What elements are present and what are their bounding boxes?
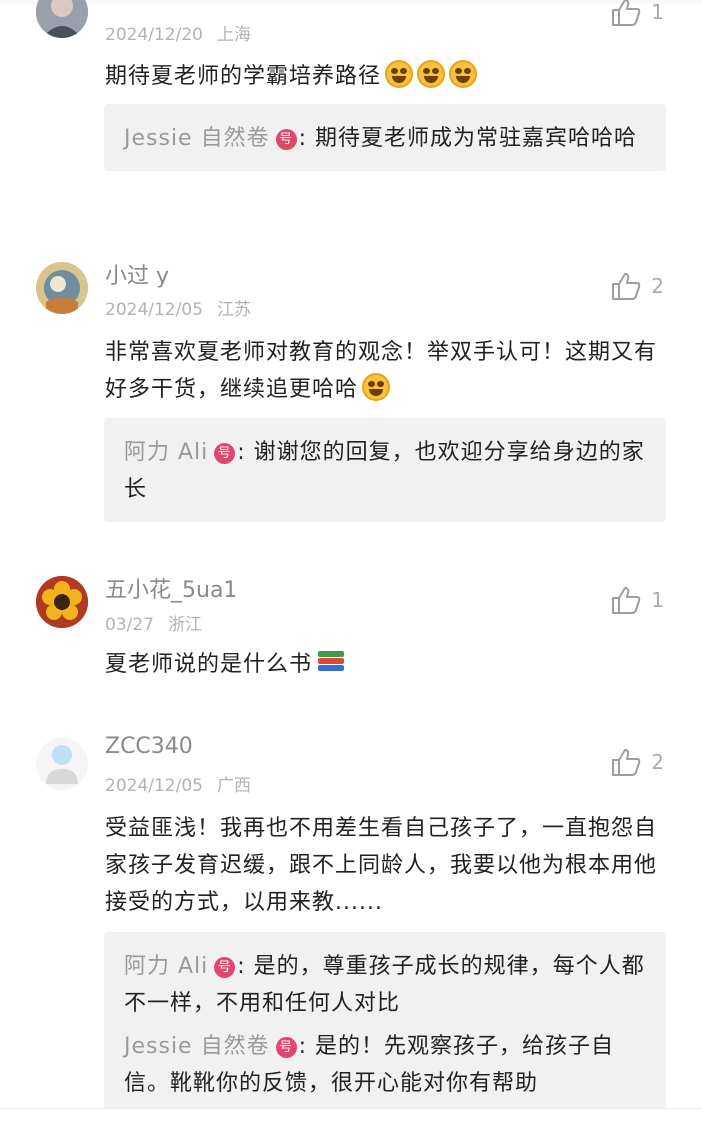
thumbs-up-icon <box>612 0 641 26</box>
like-count: 1 <box>651 0 664 24</box>
thumbs-up-icon <box>612 587 641 614</box>
avatar-photo-icon <box>36 0 88 38</box>
comment-username[interactable]: 五小花_5ua1 <box>105 572 237 604</box>
like-count: 1 <box>651 588 664 612</box>
author-badge-icon: 号 <box>214 443 236 464</box>
comment-username[interactable]: 小过 y <box>105 258 169 290</box>
top-scroll-fade <box>0 0 702 6</box>
reply-thread[interactable]: Jessie 自然卷号: 期待夏老师成为常驻嘉宾哈哈哈 <box>104 104 666 171</box>
reply-thread[interactable]: 阿力 Ali 号: 是的，尊重孩子成长的规律，每个人都不一样，不用和任何人对比 J… <box>104 932 666 1116</box>
bottom-bar <box>0 1108 702 1140</box>
author-badge-icon: 号 <box>275 1037 297 1058</box>
reply-text: : 期待夏老师成为常驻嘉宾哈哈哈 <box>298 126 638 151</box>
reply-item: Jessie 自然卷号: 期待夏老师成为常驻嘉宾哈哈哈 <box>124 120 648 157</box>
comment-text-content: 夏老师说的是什么书 <box>105 652 313 677</box>
avatar[interactable] <box>36 262 88 314</box>
comment-text-content: 期待夏老师的学霸培养路径 <box>105 64 382 89</box>
thumbs-up-icon <box>612 273 641 300</box>
star-struck-face-icon <box>385 60 414 88</box>
reply-item: 阿力 Ali 号: 是的，尊重孩子成长的规律，每个人都不一样，不用和任何人对比 <box>124 948 648 1022</box>
comment-text-content: 受益匪浅！我再也不用差生看自己孩子了，一直抱怨自家孩子发育迟缓，跟不上同龄人，我… <box>105 816 658 915</box>
default-user-icon <box>36 738 88 790</box>
comment-meta: 2024/12/05 江苏 <box>105 295 251 320</box>
comment-date: 2024/12/05 <box>105 776 203 796</box>
like-button[interactable]: 1 <box>611 586 664 614</box>
thumbs-up-icon <box>612 749 641 776</box>
comment-meta: 2024/12/05 广西 <box>105 771 251 796</box>
avatar-photo-icon <box>36 262 88 314</box>
like-count: 2 <box>651 274 664 298</box>
star-struck-face-icon <box>449 60 478 88</box>
books-icon <box>316 648 346 676</box>
comment-meta: 2024/12/20 上海 <box>105 20 251 45</box>
reply-item: 阿力 Ali 号: 谢谢您的回复，也欢迎分享给身边的家长 <box>124 434 648 508</box>
flower-avatar-icon <box>36 576 88 628</box>
comment-location: 浙江 <box>168 615 202 635</box>
comment-location: 广西 <box>216 776 251 796</box>
author-badge-icon: 号 <box>214 957 236 978</box>
comment-location: 江苏 <box>216 300 251 320</box>
comment-username[interactable]: ZCC340 <box>105 734 193 759</box>
grinning-face-icon <box>362 373 391 401</box>
comment-text: 非常喜欢夏老师对教育的观念！举双手认可！这期又有好多干货，继续追更哈哈 <box>105 334 665 408</box>
avatar[interactable] <box>36 738 88 790</box>
avatar[interactable] <box>36 576 88 628</box>
reply-author[interactable]: Jessie 自然卷 <box>124 1034 270 1059</box>
comment-meta: 03/27 浙江 <box>105 610 202 635</box>
like-button[interactable]: 1 <box>611 0 664 26</box>
reply-author[interactable]: 阿力 Ali <box>124 954 208 979</box>
reply-thread[interactable]: 阿力 Ali 号: 谢谢您的回复，也欢迎分享给身边的家长 <box>104 418 666 522</box>
like-count: 2 <box>651 750 664 774</box>
comment-date: 03/27 <box>105 615 154 635</box>
comment-location: 上海 <box>216 25 251 45</box>
reply-item: Jessie 自然卷号: 是的！先观察孩子，给孩子自信。靴靴你的反馈，很开心能对… <box>124 1028 648 1102</box>
comment-date: 2024/12/20 <box>105 25 203 45</box>
comment-date: 2024/12/05 <box>105 300 203 320</box>
comment-text: 期待夏老师的学霸培养路径 <box>105 58 665 95</box>
comment-text: 受益匪浅！我再也不用差生看自己孩子了，一直抱怨自家孩子发育迟缓，跟不上同龄人，我… <box>105 810 665 921</box>
avatar[interactable] <box>36 0 88 38</box>
reply-author[interactable]: Jessie 自然卷 <box>124 126 270 151</box>
comment-text: 夏老师说的是什么书 <box>105 646 665 683</box>
like-button[interactable]: 2 <box>611 748 664 776</box>
star-struck-face-icon <box>417 60 446 88</box>
reply-author[interactable]: 阿力 Ali <box>124 440 208 465</box>
like-button[interactable]: 2 <box>611 272 664 300</box>
author-badge-icon: 号 <box>275 129 297 150</box>
